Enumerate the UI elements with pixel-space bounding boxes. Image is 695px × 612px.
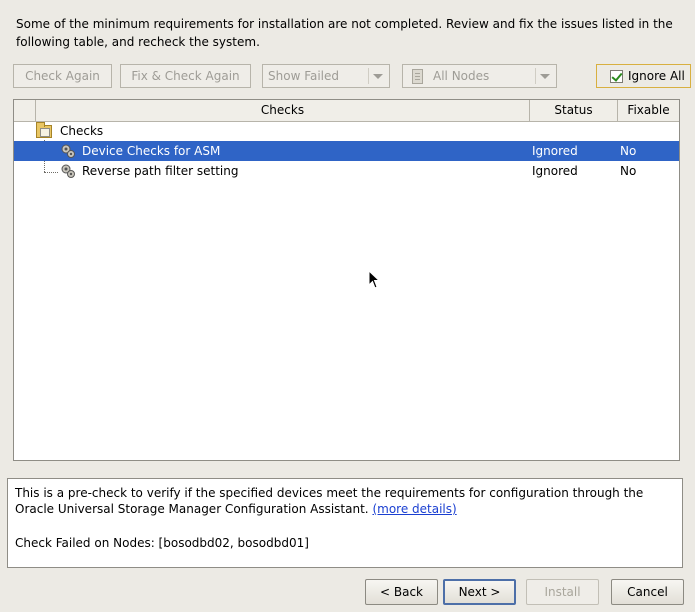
column-header-status[interactable]: Status xyxy=(530,100,618,121)
dropdown-separator xyxy=(368,68,369,84)
details-description: This is a pre-check to verify if the spe… xyxy=(15,486,644,516)
wizard-footer: < Back Next > Install Cancel xyxy=(0,579,695,607)
more-details-link[interactable]: (more details) xyxy=(372,502,456,516)
check-again-button[interactable]: Check Again xyxy=(13,64,112,88)
show-filter-dropdown[interactable]: Show Failed xyxy=(262,64,390,88)
checkmark-icon[interactable] xyxy=(610,69,623,83)
gears-icon xyxy=(61,144,75,158)
failed-nodes-text: Check Failed on Nodes: [bosodbd02, bosod… xyxy=(15,536,309,550)
gears-icon xyxy=(61,164,75,178)
checks-table: Checks Status Fixable Checks Device Chec… xyxy=(13,99,680,461)
check-name: Reverse path filter setting xyxy=(82,164,239,178)
dropdown-separator xyxy=(535,68,536,84)
nodes-filter-dropdown[interactable]: All Nodes xyxy=(402,64,557,88)
table-header: Checks Status Fixable xyxy=(14,100,679,122)
folder-icon xyxy=(36,122,52,138)
check-fixable: No xyxy=(620,164,637,178)
back-button[interactable]: < Back xyxy=(365,579,438,605)
check-name: Device Checks for ASM xyxy=(82,144,221,158)
header-spacer xyxy=(14,100,36,121)
show-filter-value: Show Failed xyxy=(268,69,340,83)
check-status: Ignored xyxy=(532,164,578,178)
install-button[interactable]: Install xyxy=(526,579,599,605)
chevron-down-icon xyxy=(373,74,383,79)
tree-root-label: Checks xyxy=(60,124,104,138)
chevron-down-icon xyxy=(540,74,550,79)
check-fixable: No xyxy=(620,144,637,158)
node-icon xyxy=(412,68,423,84)
fix-and-check-again-button[interactable]: Fix & Check Again xyxy=(120,64,251,88)
cancel-button[interactable]: Cancel xyxy=(611,579,684,605)
table-row[interactable]: Reverse path filter setting Ignored No xyxy=(14,161,679,181)
ignore-all-checkbox[interactable]: Ignore All xyxy=(596,64,691,88)
column-header-fixable[interactable]: Fixable xyxy=(618,100,679,121)
table-row[interactable]: Device Checks for ASM Ignored No xyxy=(14,141,679,161)
mouse-pointer-icon xyxy=(368,270,380,289)
check-status: Ignored xyxy=(532,144,578,158)
details-panel: This is a pre-check to verify if the spe… xyxy=(7,478,683,568)
ignore-all-label: Ignore All xyxy=(628,69,685,83)
nodes-filter-value: All Nodes xyxy=(433,69,490,83)
toolbar: Check Again Fix & Check Again Show Faile… xyxy=(13,64,691,88)
column-header-checks[interactable]: Checks xyxy=(36,100,530,121)
next-button[interactable]: Next > xyxy=(443,579,516,605)
details-description-block: This is a pre-check to verify if the spe… xyxy=(15,485,675,517)
instructions-text: Some of the minimum requirements for ins… xyxy=(16,17,673,49)
tree-root-row[interactable]: Checks xyxy=(14,121,679,141)
